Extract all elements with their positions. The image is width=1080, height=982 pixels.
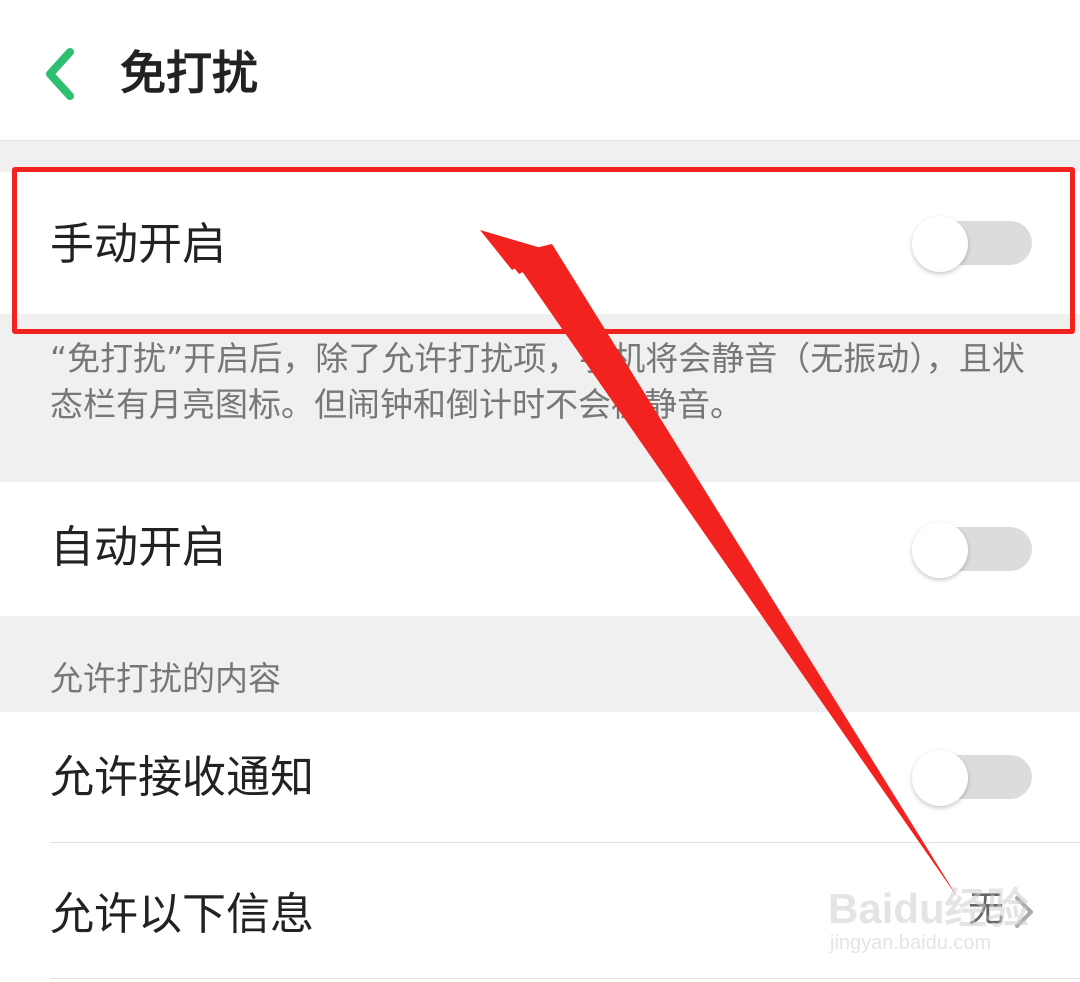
allow-notifications-toggle[interactable] [912,750,1032,806]
allow-messages-value: 无 [968,889,1005,930]
allow-messages-label: 允许以下信息 [50,889,314,940]
manual-on-toggle[interactable] [912,216,1032,272]
chevron-left-icon [46,48,74,100]
page-title: 免打扰 [120,46,258,100]
manual-on-label: 手动开启 [50,219,226,270]
toggle-knob [912,750,968,806]
allowed-section-header: 允许打扰的内容 [50,659,281,698]
allow-messages-row[interactable]: 允许以下信息 无 [0,843,1080,979]
manual-on-row[interactable]: 手动开启 [0,172,1080,314]
auto-on-row[interactable]: 自动开启 [0,482,1080,616]
allowed-list: 允许接收通知 允许以下信息 无 [0,712,1080,982]
toggle-knob [912,216,968,272]
divider [50,978,1080,979]
allow-notifications-label: 允许接收通知 [50,752,314,803]
auto-on-toggle[interactable] [912,522,1032,578]
dnd-description: “免打扰”开启后，除了允许打扰项，手机将会静音（无振动），且状态栏有月亮图标。但… [50,339,1025,424]
toggle-knob [912,522,968,578]
chevron-right-icon [1015,896,1033,928]
title-bar: 免打扰 [0,0,1080,141]
auto-on-label: 自动开启 [50,522,226,573]
back-button[interactable] [30,38,100,108]
